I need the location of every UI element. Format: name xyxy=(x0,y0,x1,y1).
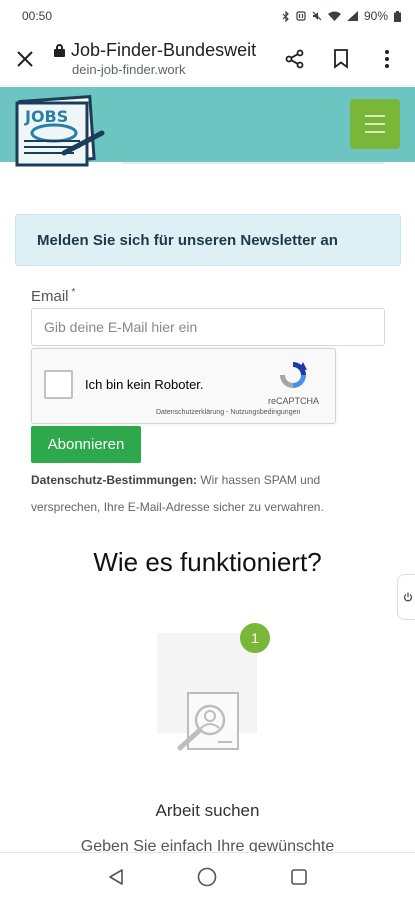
search-document-icon xyxy=(177,692,239,751)
close-button[interactable] xyxy=(0,32,50,86)
side-tab[interactable] xyxy=(397,574,415,620)
browser-toolbar: Job-Finder-Bundesweit dein-job-finder.wo… xyxy=(0,32,415,86)
hamburger-icon xyxy=(365,115,385,117)
system-nav-bar xyxy=(0,852,415,900)
battery-percent: 90% xyxy=(363,9,388,23)
recaptcha-label: Ich bin kein Roboter. xyxy=(85,377,204,392)
header-divider xyxy=(122,162,384,164)
recaptcha-icon xyxy=(280,362,307,388)
step-title: Arbeit suchen xyxy=(155,801,260,820)
status-icons: 90% xyxy=(282,9,401,23)
recaptcha-brand: reCAPTCHA xyxy=(268,396,320,406)
email-input[interactable] xyxy=(31,308,385,346)
newsletter-title: Melden Sie sich für unseren Newsletter a… xyxy=(37,231,338,249)
share-icon xyxy=(285,49,304,68)
browser-actions xyxy=(273,37,415,81)
home-icon xyxy=(198,867,217,886)
subscribe-button[interactable]: Abonnieren xyxy=(31,426,141,463)
wifi-icon xyxy=(327,11,341,21)
page-url: dein-job-finder.work xyxy=(72,62,186,77)
more-vert-icon xyxy=(385,49,389,68)
recaptcha-checkbox[interactable] xyxy=(44,370,73,399)
battery-icon xyxy=(394,10,401,22)
signal-icon xyxy=(346,11,358,21)
how-it-works-heading: Wie es funktioniert? xyxy=(93,547,322,577)
logo-text: JOBS xyxy=(24,107,68,126)
recaptcha-terms-link[interactable]: Datenschutzerklärung - Nutzungsbedingung… xyxy=(156,409,300,416)
privacy-heading: Datenschutz-Bestimmungen: xyxy=(31,473,198,487)
browser-title-area[interactable]: Job-Finder-Bundesweit dein-job-finder.wo… xyxy=(50,40,273,77)
status-time: 00:50 xyxy=(22,9,53,23)
menu-button[interactable] xyxy=(350,99,400,149)
recents-icon xyxy=(291,868,307,885)
required-mark: * xyxy=(71,287,76,298)
bookmark-button[interactable] xyxy=(319,37,363,81)
close-icon xyxy=(17,50,33,67)
bluetooth-icon xyxy=(282,10,289,22)
mute-icon xyxy=(312,11,322,21)
power-icon xyxy=(403,592,413,602)
recaptcha-widget: Ich bin kein Roboter. reCAPTCHA Datensch… xyxy=(31,348,336,424)
recents-button[interactable] xyxy=(279,857,319,897)
email-label: Email * xyxy=(31,287,76,305)
status-bar: 00:50 90% xyxy=(0,0,415,32)
back-icon xyxy=(109,868,123,885)
privacy-note: Datenschutz-Bestimmungen: Wir hassen SPA… xyxy=(31,467,383,521)
share-button[interactable] xyxy=(273,37,317,81)
lock-icon xyxy=(54,44,65,57)
bookmark-icon xyxy=(334,48,348,69)
nfc-icon xyxy=(296,11,306,21)
step-number-badge: 1 xyxy=(240,623,270,653)
more-options-button[interactable] xyxy=(365,37,409,81)
newsletter-banner: Melden Sie sich für unseren Newsletter a… xyxy=(15,214,401,266)
back-button[interactable] xyxy=(96,857,136,897)
jobs-logo[interactable]: JOBS xyxy=(14,95,106,167)
home-button[interactable] xyxy=(187,857,227,897)
page-title: Job-Finder-Bundesweit xyxy=(71,40,257,60)
site-header: JOBS xyxy=(0,87,415,167)
